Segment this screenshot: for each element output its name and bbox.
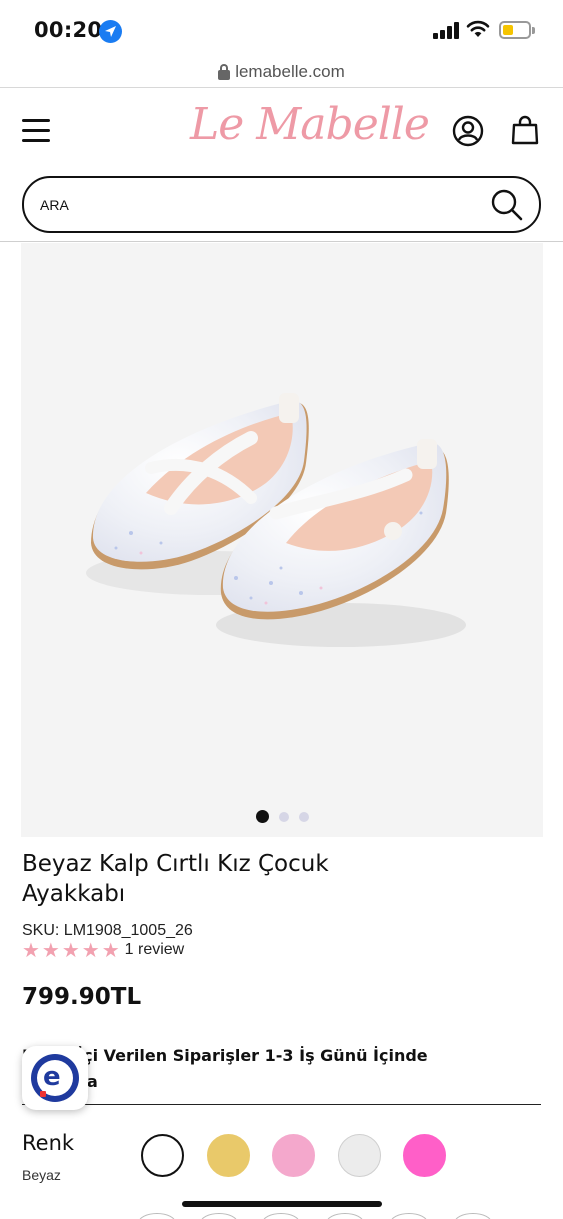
review-count-link[interactable]: 1 review	[125, 941, 185, 959]
size-option[interactable]	[200, 1213, 238, 1219]
address-bar[interactable]: lemabelle.com	[0, 58, 563, 88]
lock-icon	[218, 64, 231, 80]
carousel-dot-2[interactable]	[278, 812, 289, 822]
search-input[interactable]	[40, 178, 480, 231]
size-option[interactable]	[326, 1213, 364, 1219]
product-price: 799.90TL	[22, 984, 142, 1010]
brand-logo[interactable]: Le Mabelle	[190, 99, 430, 150]
color-swatch-white[interactable]	[141, 1134, 184, 1177]
selected-color-name: Beyaz	[22, 1167, 61, 1183]
section-divider	[22, 1104, 541, 1105]
hamburger-menu-icon[interactable]	[22, 119, 50, 143]
carousel-dot-1[interactable]	[255, 810, 269, 823]
product-title-line-2: Ayakkabı	[22, 881, 126, 907]
battery-icon	[499, 21, 535, 39]
wifi-icon	[466, 20, 490, 37]
location-arrow-icon	[99, 20, 122, 43]
size-option[interactable]	[138, 1213, 176, 1219]
product-image-carousel[interactable]	[21, 243, 543, 837]
product-photo	[86, 393, 466, 647]
product-rating[interactable]: ★★★★★ 1 review	[22, 938, 185, 962]
shopping-bag-icon[interactable]	[511, 115, 539, 145]
shipping-line-2: Kargoda	[22, 1069, 522, 1095]
size-option[interactable]	[390, 1213, 428, 1219]
cellular-signal-icon	[433, 22, 460, 39]
rating-stars: ★★★★★	[22, 938, 122, 962]
home-indicator[interactable]	[182, 1201, 382, 1207]
url-text: lemabelle.com	[235, 62, 345, 81]
floating-app-badge-icon[interactable]: e	[22, 1046, 88, 1110]
size-option[interactable]	[454, 1213, 492, 1219]
carousel-dot-3[interactable]	[298, 812, 309, 822]
header-divider	[0, 241, 563, 242]
status-time: 00:20	[34, 18, 103, 42]
shipping-line-1: Hafta İçi Verilen Siparişler 1-3 İş Günü…	[22, 1046, 428, 1065]
size-option[interactable]	[262, 1213, 300, 1219]
search-icon[interactable]	[491, 189, 523, 221]
color-swatch-light-grey[interactable]	[338, 1134, 381, 1177]
shipping-notice: Hafta İçi Verilen Siparişler 1-3 İş Günü…	[22, 1043, 522, 1095]
color-label: Renk	[22, 1131, 75, 1155]
product-title-line-1: Beyaz Kalp Cırtlı Kız Çocuk	[22, 851, 329, 877]
carousel-pagination	[21, 809, 543, 827]
color-swatch-magenta[interactable]	[403, 1134, 446, 1177]
account-icon[interactable]	[452, 115, 484, 147]
product-title: Beyaz Kalp Cırtlı Kız Çocuk Ayakkabı	[22, 849, 422, 909]
color-swatch-yellow[interactable]	[207, 1134, 250, 1177]
search-bar	[22, 176, 541, 233]
site-header: Le Mabelle	[0, 89, 563, 175]
color-swatch-pink[interactable]	[272, 1134, 315, 1177]
status-bar: 00:20	[0, 0, 563, 60]
